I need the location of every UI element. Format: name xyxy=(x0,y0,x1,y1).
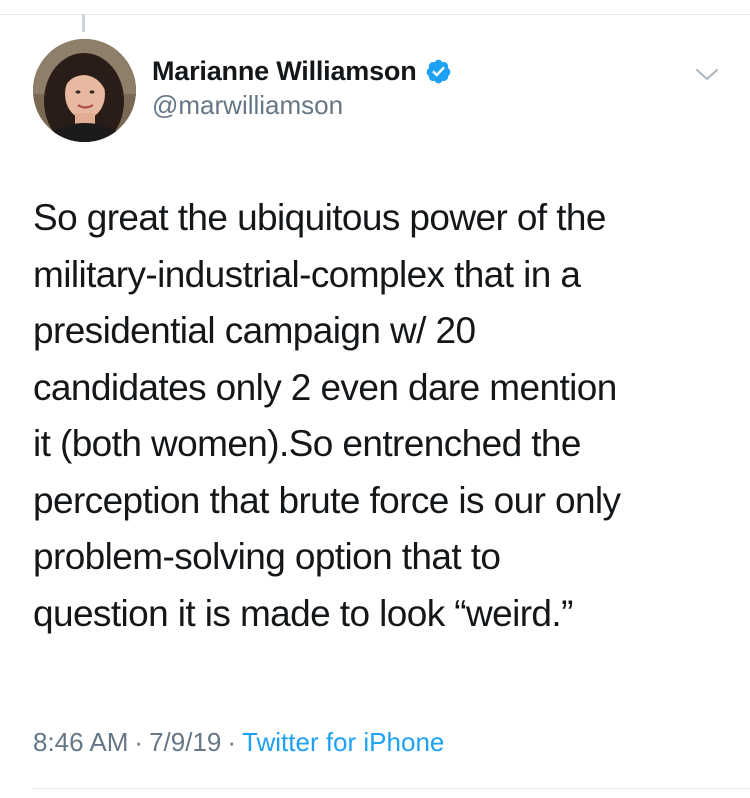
author-handle[interactable]: @marwilliamson xyxy=(152,90,343,121)
meta-separator: · xyxy=(227,727,237,757)
avatar[interactable] xyxy=(33,39,136,142)
thread-connector-line xyxy=(82,14,85,32)
chevron-down-icon[interactable] xyxy=(693,60,721,88)
tweet-text: So great the ubiquitous power of the mil… xyxy=(33,197,621,634)
author-name-row[interactable]: Marianne Williamson xyxy=(152,53,452,89)
profile-photo-icon xyxy=(33,39,136,142)
tweet-time[interactable]: 8:46 AM xyxy=(33,727,128,758)
tweet-date[interactable]: 7/9/19 xyxy=(149,727,221,758)
tweet-metadata: 8:46 AM · 7/9/19 · Twitter for iPhone xyxy=(33,727,444,758)
verified-badge-icon xyxy=(426,59,450,83)
bottom-divider xyxy=(33,788,750,789)
author-display-name[interactable]: Marianne Williamson xyxy=(152,56,417,87)
meta-separator: · xyxy=(134,727,144,757)
tweet-source-link[interactable]: Twitter for iPhone xyxy=(242,727,444,758)
top-divider xyxy=(0,14,750,15)
